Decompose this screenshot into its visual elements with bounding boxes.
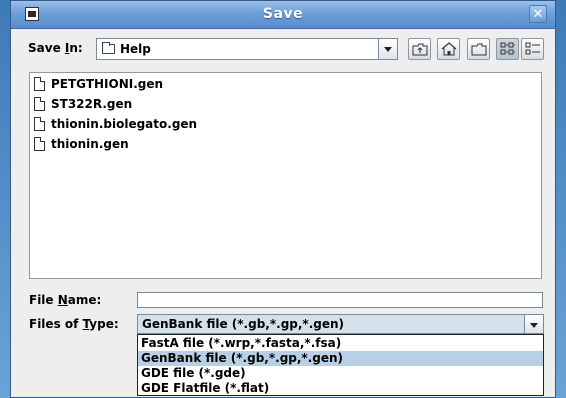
- file-type-option-selected[interactable]: GenBank file (*.gb,*.gp,*.gen): [138, 351, 543, 366]
- up-one-level-button[interactable]: [408, 38, 431, 60]
- file-type-label: Files of Type:: [29, 317, 119, 331]
- home-icon: [441, 42, 457, 56]
- file-type-combobox[interactable]: GenBank file (*.gb,*.gp,*.gen): [137, 314, 544, 334]
- file-item-label: ST322R.gen: [51, 97, 133, 111]
- file-type-option[interactable]: GDE Flatfile (*.flat): [138, 381, 543, 396]
- home-button[interactable]: [437, 38, 460, 60]
- file-icon: [34, 97, 45, 111]
- close-button[interactable]: ✕: [529, 5, 547, 23]
- file-type-option[interactable]: FastA file (*.wrp,*.fasta,*.fsa): [138, 336, 543, 351]
- list-view-button[interactable]: [496, 38, 519, 60]
- file-item-label: PETGTHIONI.gen: [51, 77, 164, 91]
- new-folder-button[interactable]: [467, 38, 490, 60]
- details-view-icon: [525, 42, 540, 55]
- new-folder-icon: [471, 43, 487, 56]
- chevron-down-icon[interactable]: [378, 39, 397, 59]
- details-view-button[interactable]: [521, 38, 544, 60]
- file-item-label: thionin.biolegato.gen: [51, 117, 198, 131]
- file-list[interactable]: PETGTHIONI.gen ST322R.gen thionin.bioleg…: [29, 72, 542, 279]
- file-type-value: GenBank file (*.gb,*.gp,*.gen): [142, 317, 345, 331]
- save-in-value: Help: [120, 42, 151, 56]
- folder-up-icon: [412, 43, 428, 56]
- folder-icon: [102, 42, 115, 54]
- window-title: Save: [262, 6, 304, 22]
- file-icon: [34, 137, 45, 151]
- save-in-label: Save In:: [28, 41, 83, 55]
- save-in-combobox[interactable]: Help: [96, 38, 398, 60]
- chevron-down-icon[interactable]: [524, 315, 543, 333]
- list-view-icon: [500, 42, 515, 55]
- file-icon: [34, 117, 45, 131]
- save-dialog: Save ✕ Save In: Help PETGTHIONI.gen ST32…: [10, 0, 556, 398]
- file-type-option[interactable]: GDE file (*.gde): [138, 366, 543, 381]
- desktop-background-left: [0, 0, 10, 398]
- desktop-background-right: [556, 0, 566, 398]
- file-icon: [34, 77, 45, 91]
- file-name-label: File Name:: [29, 293, 102, 307]
- file-item-label: thionin.gen: [51, 137, 129, 151]
- file-type-dropdown-list[interactable]: FastA file (*.wrp,*.fasta,*.fsa) GenBank…: [137, 334, 544, 396]
- file-name-input[interactable]: [137, 292, 543, 308]
- title-bar[interactable]: Save ✕: [11, 1, 555, 29]
